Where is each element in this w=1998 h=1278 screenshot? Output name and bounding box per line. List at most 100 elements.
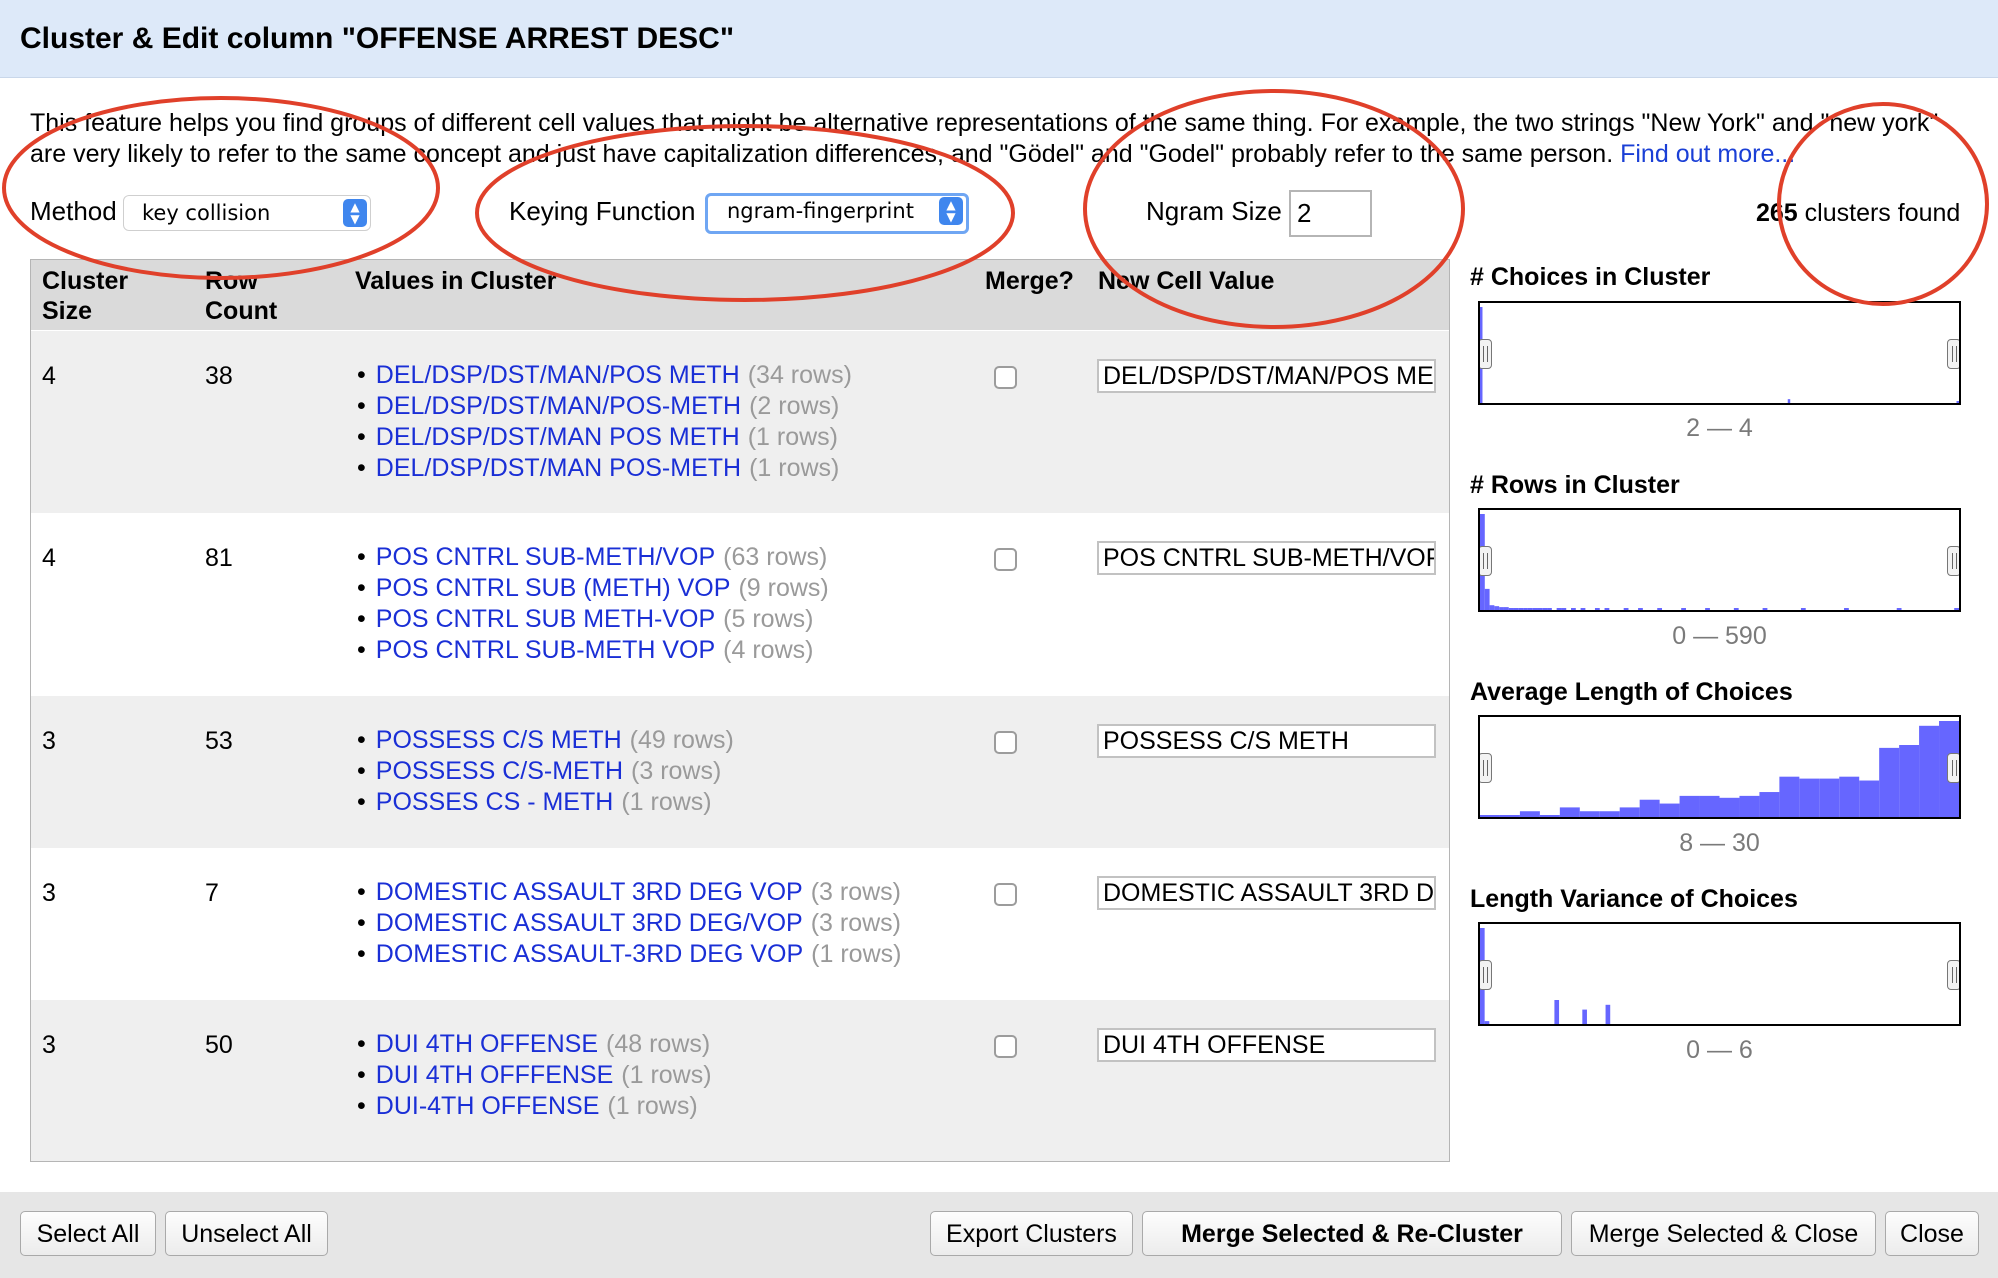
range-handle-right[interactable]	[1947, 753, 1959, 783]
cluster-value-item: POSSESS C/S METH(49 rows)	[357, 725, 734, 756]
cluster-value-link[interactable]: POSSESS C/S-METH	[376, 757, 623, 785]
cluster-value-row-count: (1 rows)	[621, 1061, 712, 1089]
histogram-bar	[1787, 399, 1791, 403]
range-handle-left[interactable]	[1480, 753, 1492, 783]
facet-histogram[interactable]	[1478, 715, 1961, 819]
cluster-value-item: POS CNTRL SUB-METH/VOP (63 rows)	[357, 542, 829, 573]
histogram-bar	[1759, 792, 1780, 817]
histogram-bar	[1582, 1009, 1587, 1024]
cluster-value-item: DOMESTIC ASSAULT 3RD DEG/VOP(3 rows)	[357, 908, 901, 939]
histogram-bar	[1619, 807, 1640, 817]
cluster-value-link[interactable]: POSSES CS - METH	[376, 788, 614, 816]
histogram-bar	[1604, 608, 1610, 610]
close-button[interactable]: Close	[1885, 1211, 1979, 1256]
select-all-button[interactable]: Select All	[20, 1211, 156, 1256]
row-count-cell: 38	[205, 362, 233, 390]
cluster-value-link[interactable]: DEL/DSP/DST/MAN/POS-METH	[376, 392, 741, 420]
cluster-value-link[interactable]: POS CNTRL SUB METH-VOP	[376, 605, 715, 633]
histogram-bar	[1580, 608, 1586, 610]
new-cell-value-input[interactable]: DEL/DSP/DST/MAN/POS METH	[1097, 359, 1436, 393]
cluster-value-link[interactable]: DUI-4TH OFFENSE	[376, 1092, 600, 1120]
cluster-value-item: DOMESTIC ASSAULT-3RD DEG VOP (1 rows)	[357, 939, 902, 970]
cluster-value-row-count: (9 rows)	[738, 574, 829, 602]
cluster-value-link[interactable]: DUI 4TH OFFENSE	[376, 1030, 598, 1058]
histogram-bar	[1839, 776, 1860, 817]
clusters-found-text: clusters found	[1797, 199, 1961, 227]
merge-checkbox[interactable]	[994, 366, 1017, 389]
range-handle-left[interactable]	[1480, 546, 1492, 576]
histogram-bar	[1859, 780, 1880, 817]
new-cell-value-input[interactable]: POS CNTRL SUB-METH/VOP	[1097, 541, 1436, 575]
export-clusters-button[interactable]: Export Clusters	[930, 1211, 1133, 1256]
merge-checkbox[interactable]	[994, 883, 1017, 906]
histogram-bar	[1499, 607, 1504, 610]
histogram-bar	[1503, 607, 1509, 610]
cluster-value-link[interactable]: POS CNTRL SUB (METH) VOP	[376, 574, 731, 602]
new-cell-value-input[interactable]: DOMESTIC ASSAULT 3RD DEG VOP	[1097, 876, 1436, 910]
cluster-size-cell: 3	[42, 727, 56, 755]
keying-function-label: Keying Function	[509, 196, 696, 226]
range-handle-left[interactable]	[1480, 339, 1492, 369]
cluster-value-link[interactable]: POSSESS C/S METH	[376, 726, 622, 754]
facet-title: # Rows in Cluster	[1470, 471, 1680, 499]
ngram-size-input[interactable]: 2	[1289, 190, 1372, 237]
cluster-value-link[interactable]: DOMESTIC ASSAULT 3RD DEG VOP	[376, 878, 803, 906]
cluster-value-item: POS CNTRL SUB-METH VOP (4 rows)	[357, 635, 829, 666]
cluster-value-item: DEL/DSP/DST/MAN POS METH(1 rows)	[357, 422, 852, 453]
find-out-more-link[interactable]: Find out more...	[1620, 140, 1795, 168]
histogram-bar	[1542, 608, 1548, 610]
header-row-count: Row Count	[205, 267, 278, 325]
cluster-value-item: POSSESS C/S-METH (3 rows)	[357, 756, 734, 787]
histogram-bar	[1623, 608, 1629, 610]
facet-histogram[interactable]	[1478, 508, 1961, 612]
cluster-value-link[interactable]: DEL/DSP/DST/MAN/POS METH	[376, 361, 740, 389]
histogram-bar	[1594, 608, 1600, 610]
cluster-value-link[interactable]: DOMESTIC ASSAULT 3RD DEG/VOP	[376, 909, 803, 937]
merge-close-button[interactable]: Merge Selected & Close	[1571, 1211, 1876, 1256]
range-handle-right[interactable]	[1947, 339, 1959, 369]
new-cell-value-input[interactable]: POSSESS C/S METH	[1097, 724, 1436, 758]
facet-title: Length Variance of Choices	[1470, 885, 1798, 913]
range-handle-right[interactable]	[1947, 960, 1959, 990]
cluster-value-link[interactable]: DEL/DSP/DST/MAN POS-METH	[376, 454, 741, 482]
histogram-bar	[1699, 795, 1720, 817]
histogram-bar	[1571, 608, 1576, 610]
histogram-bar	[1819, 778, 1840, 817]
method-select-value: key collision	[142, 201, 271, 225]
facet-histogram[interactable]	[1478, 301, 1961, 405]
histogram-bar	[1494, 606, 1500, 610]
method-select[interactable]: key collision ▲ ▼	[123, 195, 371, 231]
cluster-value-link[interactable]: POS CNTRL SUB-METH VOP	[376, 636, 715, 664]
cluster-value-item: POS CNTRL SUB (METH) VOP(9 rows)	[357, 573, 829, 604]
merge-checkbox[interactable]	[994, 731, 1017, 754]
histogram-bar	[1638, 608, 1643, 610]
select-arrows-icon: ▲ ▼	[343, 199, 367, 227]
histogram-bar	[1599, 811, 1620, 817]
cluster-value-item: DEL/DSP/DST/MAN/POS-METH (2 rows)	[357, 391, 852, 422]
merge-recluster-button[interactable]: Merge Selected & Re-Cluster	[1142, 1211, 1562, 1256]
cluster-value-link[interactable]: POS CNTRL SUB-METH/VOP	[376, 543, 715, 571]
keying-function-select[interactable]: ngram-fingerprint ▲ ▼	[705, 193, 969, 234]
dialog-title: Cluster & Edit column "OFFENSE ARREST DE…	[20, 22, 735, 55]
cluster-value-link[interactable]: DEL/DSP/DST/MAN POS METH	[376, 423, 740, 451]
cluster-value-item: DUI-4TH OFFENSE(1 rows)	[357, 1091, 712, 1122]
range-handle-left[interactable]	[1480, 960, 1492, 990]
cluster-size-cell: 4	[42, 544, 56, 572]
facet-histogram[interactable]	[1478, 922, 1961, 1026]
new-cell-value-input[interactable]: DUI 4TH OFFENSE	[1097, 1028, 1436, 1062]
cluster-value-row-count: (1 rows)	[811, 940, 902, 968]
merge-checkbox[interactable]	[994, 1035, 1017, 1058]
header-merge: Merge?	[985, 267, 1074, 295]
cluster-value-row-count: (34 rows)	[747, 361, 852, 389]
histogram-bar	[1527, 608, 1533, 610]
cluster-values-list: DUI 4TH OFFENSE(48 rows)DUI 4TH OFFFENSE…	[357, 1029, 712, 1122]
unselect-all-button[interactable]: Unselect All	[165, 1211, 328, 1256]
histogram-bar	[1779, 776, 1800, 817]
merge-checkbox[interactable]	[994, 548, 1017, 571]
range-handle-right[interactable]	[1947, 546, 1959, 576]
cluster-value-link[interactable]: DUI 4TH OFFFENSE	[376, 1061, 614, 1089]
histogram-bar	[1956, 401, 1959, 403]
cluster-value-link[interactable]: DOMESTIC ASSAULT-3RD DEG VOP	[376, 940, 803, 968]
cluster-values-list: POSSESS C/S METH(49 rows)POSSESS C/S-MET…	[357, 725, 734, 818]
histogram-bar	[1579, 811, 1600, 817]
